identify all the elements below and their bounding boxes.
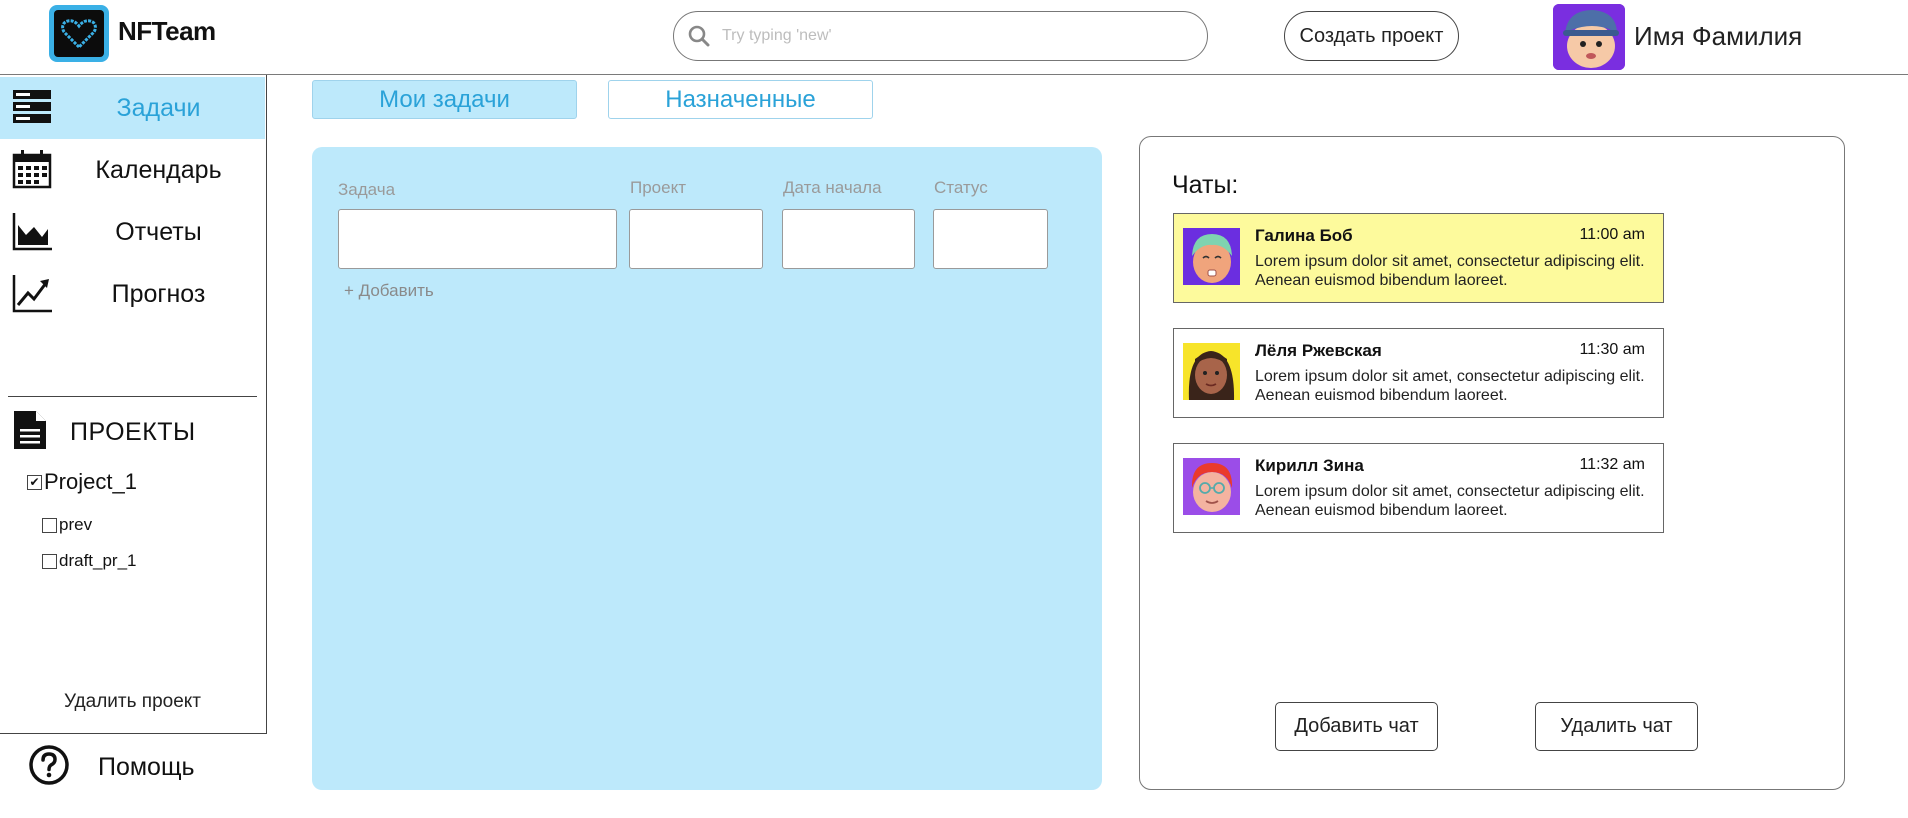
sidebar-item-calendar[interactable]: Календарь <box>0 139 265 201</box>
chat-item[interactable]: Галина Боб 11:00 am Lorem ipsum dolor si… <box>1173 213 1664 303</box>
sidebar-item-tasks[interactable]: Задачи <box>0 77 265 139</box>
add-task-link[interactable]: + Добавить <box>344 281 434 301</box>
delete-chat-button[interactable]: Удалить чат <box>1535 702 1698 751</box>
user-name: Имя Фамилия <box>1634 21 1803 51</box>
search-bar[interactable] <box>673 11 1208 61</box>
chat-sender-name: Галина Боб <box>1255 226 1353 245</box>
chat-item[interactable]: Кирилл Зина 11:32 am Lorem ipsum dolor s… <box>1173 443 1664 533</box>
avatar <box>1183 228 1240 285</box>
chat-sender-name: Кирилл Зина <box>1255 456 1364 475</box>
search-input[interactable] <box>722 27 1162 45</box>
chat-time: 11:30 am <box>1579 341 1645 358</box>
project-item-prev[interactable]: prev <box>42 515 92 535</box>
sidebar: Задачи Календарь Отчеты Прогноз ПРОЕКТЫ … <box>0 75 267 734</box>
help-button[interactable]: Помощь <box>28 744 195 791</box>
add-chat-button[interactable]: Добавить чат <box>1275 702 1438 751</box>
area-chart-icon <box>12 211 52 251</box>
user-avatar[interactable] <box>1553 4 1625 70</box>
search-icon <box>688 25 710 47</box>
project-item-project-1[interactable]: ✔ Project_1 <box>27 469 137 495</box>
chat-time: 11:32 am <box>1579 456 1645 473</box>
projects-title: ПРОЕКТЫ <box>70 417 196 446</box>
sidebar-item-reports[interactable]: Отчеты <box>0 201 265 263</box>
calendar-icon <box>12 149 52 189</box>
trend-chart-icon <box>12 273 52 313</box>
delete-project-button[interactable]: Удалить проект <box>0 691 265 713</box>
chat-message-preview: Lorem ipsum dolor sit amet, consectetur … <box>1255 483 1645 519</box>
question-circle-icon <box>28 744 70 791</box>
column-label-project: Проект <box>630 178 686 197</box>
column-label-status: Статус <box>934 178 988 197</box>
project-input[interactable] <box>629 209 763 269</box>
checkbox[interactable] <box>42 553 57 569</box>
document-icon <box>12 409 48 456</box>
column-label-task: Задача <box>338 180 396 199</box>
sidebar-item-label: Отчеты <box>115 217 202 246</box>
help-label: Помощь <box>98 753 195 781</box>
tab-my-tasks[interactable]: Мои задачи <box>312 80 577 119</box>
projects-header: ПРОЕКТЫ <box>12 409 195 456</box>
task-input[interactable] <box>338 209 617 269</box>
project-name: prev <box>59 515 93 534</box>
column-label-start-date: Дата начала <box>783 178 882 197</box>
sidebar-item-label: Задачи <box>116 93 201 122</box>
avatar <box>1183 458 1240 515</box>
chat-message-preview: Lorem ipsum dolor sit amet, consectetur … <box>1255 368 1645 404</box>
avatar <box>1183 343 1240 400</box>
chat-message-preview: Lorem ipsum dolor sit amet, consectetur … <box>1255 253 1645 289</box>
checkbox[interactable] <box>42 517 57 533</box>
project-name: Project_1 <box>44 469 137 494</box>
top-header: NFTeam Создать проект Имя Фамилия <box>0 0 1908 75</box>
chats-panel: Чаты: Галина Боб 11:00 am Lorem ipsum do… <box>1139 136 1845 790</box>
project-name: draft_pr_1 <box>59 551 137 570</box>
start-date-input[interactable] <box>782 209 915 269</box>
tasks-stack-icon <box>12 87 52 127</box>
sidebar-item-label: Календарь <box>95 155 222 184</box>
brand-name: NFTeam <box>118 16 216 46</box>
tasks-panel: Задача Проект Дата начала Статус + Добав… <box>312 147 1102 790</box>
chats-title: Чаты: <box>1172 171 1239 199</box>
project-item-draft[interactable]: draft_pr_1 <box>42 551 137 571</box>
sidebar-item-label: Прогноз <box>111 279 206 308</box>
create-project-button[interactable]: Создать проект <box>1284 11 1459 61</box>
heart-icon <box>54 10 104 57</box>
logo[interactable] <box>49 5 109 62</box>
checkbox-checked[interactable]: ✔ <box>27 474 42 490</box>
chat-item[interactable]: Лёля Ржевская 11:30 am Lorem ipsum dolor… <box>1173 328 1664 418</box>
sidebar-divider <box>8 396 257 397</box>
sidebar-item-forecast[interactable]: Прогноз <box>0 263 265 325</box>
status-input[interactable] <box>933 209 1048 269</box>
chat-time: 11:00 am <box>1579 226 1645 243</box>
tab-assigned[interactable]: Назначенные <box>608 80 873 119</box>
chat-sender-name: Лёля Ржевская <box>1255 341 1382 360</box>
